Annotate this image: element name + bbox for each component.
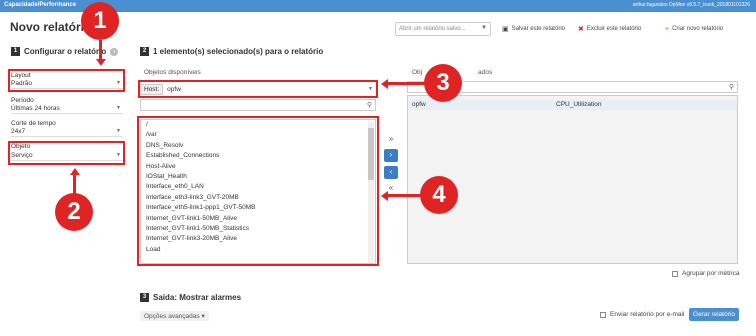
remove-button[interactable]: ‹ [384,166,398,179]
callout-3-arrow [388,82,425,85]
selected-objects-panel[interactable]: opfw CPU_Utilization [407,95,738,264]
section-number: 3 [140,293,149,302]
selected-objects-title-end: ados [478,69,493,76]
breadcrumb[interactable]: Capacidade/Performance [4,2,76,8]
callout-1: 1 [81,2,119,40]
callout-4-arrow [388,194,421,197]
callout-2-arrow [73,175,76,194]
open-report-placeholder: Abrir um relatório salvo... [399,26,466,32]
selected-host: opfw [412,101,426,108]
advanced-options-label: Opções avançadas [144,313,200,320]
close-icon: ✖ [578,26,584,33]
callout-2-arrowhead [70,168,80,175]
save-icon: ▣ [502,26,509,33]
send-email-checkbox[interactable] [600,311,606,318]
save-report-button[interactable]: ▣ Salvar este relatório [502,22,565,36]
timecut-value: 24x7 [11,128,26,135]
chevron-down-icon: ▾ [201,313,205,320]
period-label: Período [11,97,34,104]
callout-4: 4 [420,176,458,214]
section-selected-header: 2 1 elemento(s) selecionado(s) para o re… [140,47,323,56]
group-by-metric-checkbox[interactable] [672,270,678,277]
chevron-down-icon: ▼ [481,25,487,31]
advanced-options-button[interactable]: Opções avançadas ▾ [140,311,209,321]
section-number: 2 [140,47,149,56]
send-email-label: Enviar relatório por e-mail [610,311,685,318]
timecut-label: Corte de tempo [11,120,56,127]
highlight-list [137,116,379,266]
collapse-icon[interactable]: ‹ [110,47,119,56]
user-info: arthur.fagundes OpMon v8.5.7_trunk_20180… [632,2,750,8]
callout-3-arrowhead [381,79,388,89]
create-report-label: Criar novo relatório [672,26,724,32]
send-email-option[interactable]: Enviar relatório por e-mail [600,311,684,318]
delete-report-button[interactable]: ✖ Excluir este relatório [578,22,641,36]
save-report-label: Salvar este relatório [511,26,565,32]
callout-2: 2 [55,193,93,231]
section-number: 1 [11,47,20,56]
chevron-down-icon: ▼ [116,128,121,134]
callout-3: 3 [424,64,462,102]
selected-objects-title-start: Obj [412,69,423,76]
highlight-object [8,141,125,165]
group-by-metric-option[interactable]: Agrupar por métrica [672,270,739,277]
callout-1-arrowhead [96,59,106,66]
section-configure-header: 1 Configurar o relatório ‹ [11,47,119,56]
selected-service: CPU_Utilization [556,101,602,108]
add-button[interactable]: › [384,149,398,162]
section-output-header: 3 Saída: Mostrar alarmes [140,293,241,302]
search-icon: ⚲ [728,84,734,91]
chevron-down-icon: ▼ [116,105,121,111]
generate-report-button[interactable]: Gerar relatório [689,308,739,321]
period-value: Últimas 24 horas [11,105,60,112]
plus-icon: + [665,25,670,33]
callout-4-arrowhead [381,191,388,201]
available-search-input[interactable]: ⚲ [140,99,376,111]
page-title: Novo relatório [10,20,92,34]
group-by-metric-label: Agrupar por métrica [682,270,740,277]
highlight-host [138,80,378,98]
highlight-layout [8,69,125,92]
create-report-button[interactable]: + Criar novo relatório [665,22,723,36]
search-icon: ⚲ [366,102,372,109]
open-report-select[interactable]: Abrir um relatório salvo... ▼ [395,22,491,36]
period-select[interactable]: Últimas 24 horas ▼ [11,105,123,114]
delete-report-label: Excluir este relatório [586,26,642,32]
add-all-button[interactable]: » [384,133,398,146]
selected-row[interactable]: opfw CPU_Utilization [408,100,737,110]
section-title: Configurar o relatório [24,47,107,56]
callout-1-arrow [99,40,102,60]
section-title: 1 elemento(s) selecionado(s) para o rela… [153,47,324,56]
available-objects-title: Objetos disponíveis [144,69,201,76]
section-title: Saída: Mostrar alarmes [153,293,242,302]
timecut-select[interactable]: 24x7 ▼ [11,128,123,137]
